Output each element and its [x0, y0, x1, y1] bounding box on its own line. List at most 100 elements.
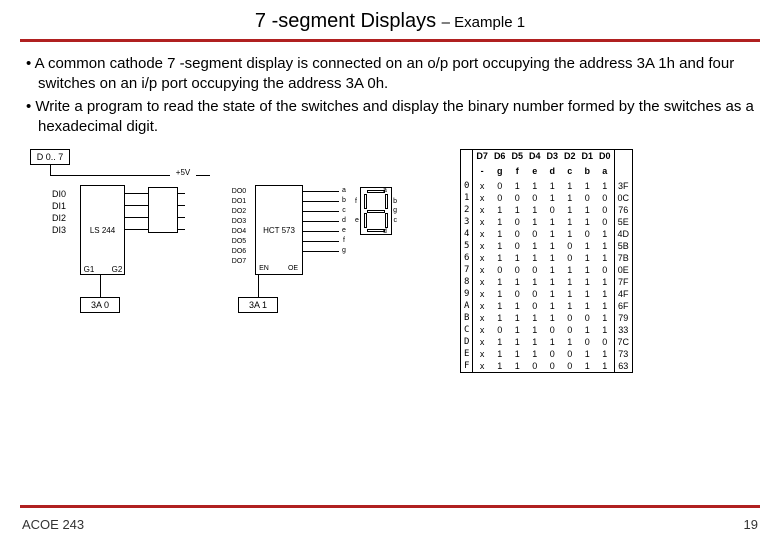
bit-cell: 1 — [491, 336, 509, 348]
output-pin: DO3 — [228, 217, 250, 226]
footer-course: ACOE 243 — [22, 517, 84, 532]
bit-cell: 1 — [561, 192, 579, 204]
input-pin: DI2 — [48, 213, 70, 223]
bit-cell: 1 — [579, 180, 597, 192]
seg-pin: b — [340, 195, 348, 205]
table-row: Ex111001173 — [461, 348, 633, 360]
hex-cell: 79 — [614, 312, 633, 324]
bit-cell: 1 — [561, 336, 579, 348]
bit-cell: 0 — [596, 204, 614, 216]
hex-cell: 0C — [614, 192, 633, 204]
table-row: Fx110001163 — [461, 360, 633, 373]
hex-cell: 3F — [614, 180, 633, 192]
bit-cell: 0 — [526, 300, 544, 312]
table-row: 7x00011100E — [461, 264, 633, 276]
digit-cell: A — [461, 300, 473, 312]
bit-cell: 1 — [526, 336, 544, 348]
output-pin: DO5 — [228, 237, 250, 246]
bit-cell: x — [473, 228, 491, 240]
pin-oe: OE — [286, 263, 300, 273]
bit-cell: 0 — [526, 288, 544, 300]
bit-cell: 1 — [596, 360, 614, 373]
seg-pin: g — [340, 245, 348, 255]
bit-cell: 0 — [526, 192, 544, 204]
digit-cell: 3 — [461, 216, 473, 228]
seg-pin: f — [340, 235, 348, 245]
bit-cell: 0 — [508, 264, 526, 276]
bit-cell: 1 — [491, 240, 509, 252]
bit-cell: 1 — [526, 324, 544, 336]
bit-cell: x — [473, 348, 491, 360]
title-sub: – Example 1 — [442, 14, 525, 31]
bit-cell: x — [473, 264, 491, 276]
hex-cell: 73 — [614, 348, 633, 360]
bit-cell: 1 — [579, 276, 597, 288]
bit-cell: 0 — [596, 336, 614, 348]
bit-cell: 1 — [491, 228, 509, 240]
table-row: 3x10111105E — [461, 216, 633, 228]
output-pin: DO0 — [228, 187, 250, 196]
digit-cell: D — [461, 336, 473, 348]
chip-label: LS 244 — [90, 226, 115, 235]
bit-cell: 1 — [579, 288, 597, 300]
bit-cell: x — [473, 300, 491, 312]
bit-cell: 1 — [508, 276, 526, 288]
table-header-seg: - g f e d c b a — [461, 165, 633, 180]
bit-cell: 1 — [526, 348, 544, 360]
seg-pin: a — [340, 185, 348, 195]
bit-cell: 1 — [579, 348, 597, 360]
addr-input: 3A 0 — [80, 297, 120, 313]
bit-cell: 0 — [508, 228, 526, 240]
digit-cell: E — [461, 348, 473, 360]
pin-g2: G2 — [110, 264, 124, 274]
circuit-diagram: D 0.. 7 DI0 DI1 DI2 DI3 LS 244 G1 G2 +5V — [20, 149, 450, 449]
digit-cell: 4 — [461, 228, 473, 240]
bit-cell: 1 — [543, 240, 561, 252]
bit-cell: 1 — [596, 240, 614, 252]
output-pin: DO4 — [228, 227, 250, 236]
bus-label: D 0.. 7 — [30, 149, 70, 165]
bit-cell: 1 — [561, 216, 579, 228]
bit-cell: 1 — [508, 180, 526, 192]
bit-cell: 1 — [543, 180, 561, 192]
truth-table: D7 D6 D5 D4 D3 D2 D1 D0 - g f e d — [460, 149, 633, 373]
table-row: 5x10110115B — [461, 240, 633, 252]
table-row: 1x00011000C — [461, 192, 633, 204]
bit-cell: 0 — [596, 216, 614, 228]
bit-cell: 0 — [543, 360, 561, 373]
bit-cell: 1 — [543, 276, 561, 288]
bit-cell: 1 — [543, 312, 561, 324]
bit-cell: 0 — [596, 264, 614, 276]
digit-cell: 0 — [461, 180, 473, 192]
vcc-label: +5V — [170, 167, 196, 177]
bit-cell: 1 — [508, 324, 526, 336]
seven-segment-icon: a b c d e f g — [360, 187, 392, 235]
bit-cell: 1 — [491, 300, 509, 312]
input-pin: DI1 — [48, 201, 70, 211]
bit-cell: 1 — [543, 288, 561, 300]
pin-g1: G1 — [82, 264, 96, 274]
bit-cell: 1 — [543, 264, 561, 276]
footer-page: 19 — [744, 517, 758, 532]
bit-cell: 1 — [543, 228, 561, 240]
bit-cell: 1 — [561, 264, 579, 276]
input-pin: DI3 — [48, 225, 70, 235]
seg-pin: e — [340, 225, 348, 235]
bit-cell: 1 — [508, 348, 526, 360]
bit-cell: 1 — [491, 348, 509, 360]
bit-cell: 1 — [508, 204, 526, 216]
bit-cell: 0 — [526, 264, 544, 276]
hex-cell: 0E — [614, 264, 633, 276]
bit-cell: 0 — [491, 324, 509, 336]
bit-cell: 1 — [561, 204, 579, 216]
input-pin: DI0 — [48, 189, 70, 199]
bit-cell: 1 — [596, 228, 614, 240]
table-row: Dx11111007C — [461, 336, 633, 348]
bit-cell: 1 — [491, 204, 509, 216]
bit-cell: x — [473, 312, 491, 324]
bit-cell: 1 — [561, 288, 579, 300]
bit-cell: x — [473, 324, 491, 336]
bit-cell: 0 — [508, 216, 526, 228]
table-row: 9x10011114F — [461, 288, 633, 300]
bit-cell: 0 — [561, 348, 579, 360]
